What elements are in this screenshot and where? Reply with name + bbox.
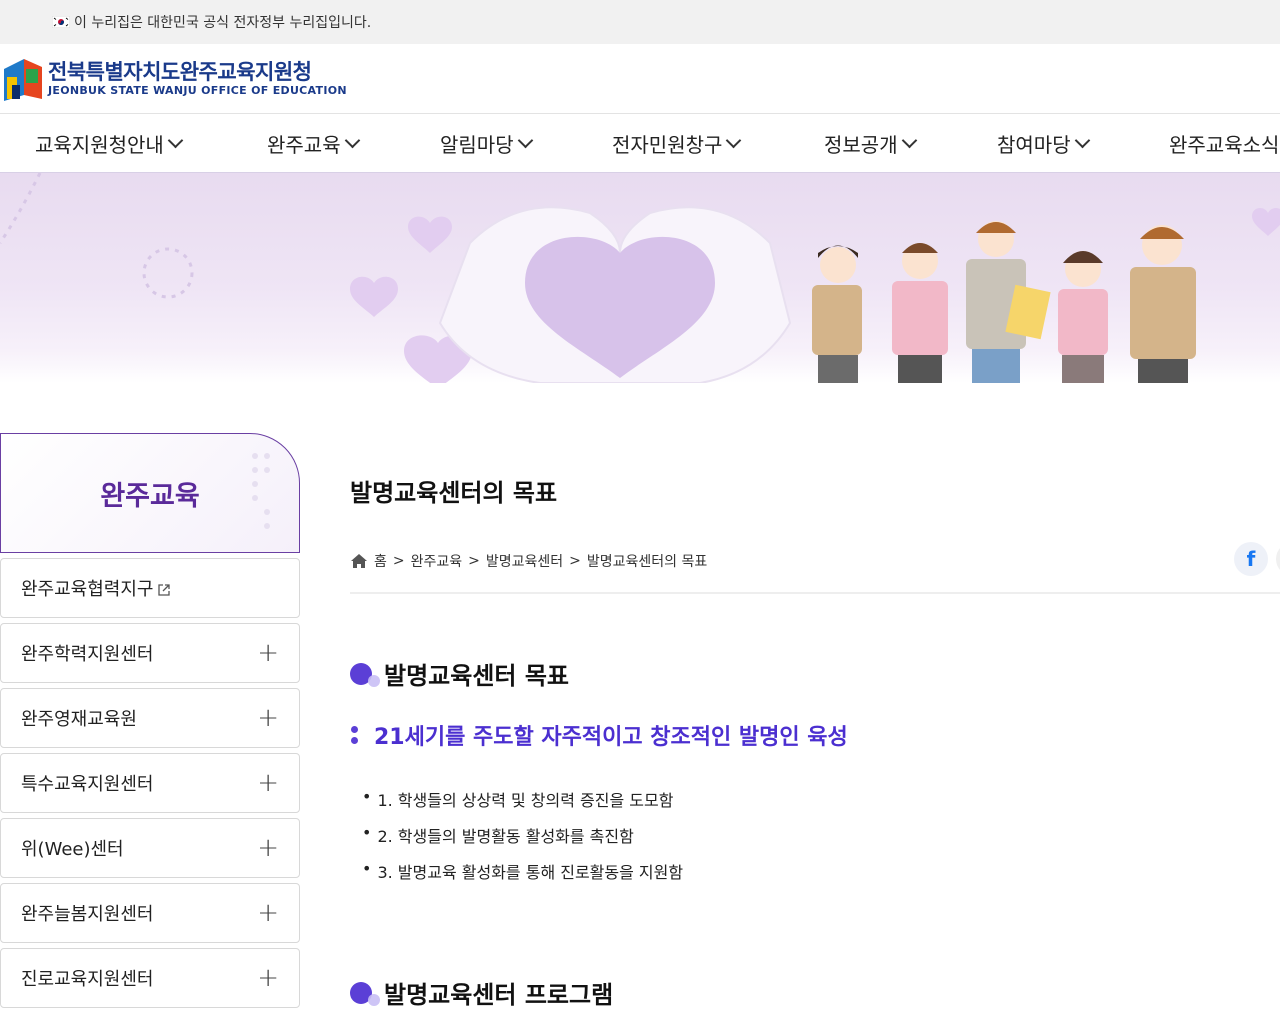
side-navigation-header: 완주교육 <box>0 433 300 553</box>
korean-flag-icon <box>52 16 70 28</box>
gov-banner-text: 이 누리집은 대한민국 공식 전자정부 누리집입니다. <box>74 15 372 31</box>
gnb-label: 알림마당 <box>440 133 514 157</box>
gnb-item-notice[interactable]: 알림마당 <box>440 114 533 173</box>
goal-item: 1. 학생들의 상상력 및 창의력 증진을 도모함 <box>362 787 1280 823</box>
breadcrumb-item[interactable]: 발명교육센터 <box>486 551 563 571</box>
breadcrumb-bar: 홈 > 완주교육 > 발명교육센터 > 발명교육센터의 목표 f <box>350 542 1280 594</box>
side-nav-item-neulbom-center[interactable]: 완주늘봄지원센터 + <box>0 883 300 943</box>
side-nav-item-label: 완주학력지원센터 <box>21 644 154 665</box>
section-title-text: 발명교육센터 목표 <box>384 662 569 690</box>
section-title: 발명교육센터 목표 <box>350 656 1280 691</box>
plus-icon[interactable]: + <box>257 835 279 861</box>
section-program: 발명교육센터 프로그램 <box>350 975 1280 1010</box>
facebook-share-button[interactable]: f <box>1234 542 1268 576</box>
external-link-icon <box>158 584 171 596</box>
section-subtitle: 21세기를 주도할 자주적이고 창조적인 발명인 육성 <box>350 719 1280 751</box>
section-goals: 발명교육센터 목표 21세기를 주도할 자주적이고 창조적인 발명인 육성 1.… <box>350 656 1280 895</box>
plus-icon[interactable]: + <box>257 770 279 796</box>
side-nav-item-label: 완주교육협력지구 <box>21 575 171 601</box>
chevron-down-icon <box>167 132 184 149</box>
side-nav-item-label: 진로교육지원센터 <box>21 969 154 990</box>
side-nav-item-label: 위(Wee)센터 <box>21 839 124 860</box>
side-nav-item-academic-center[interactable]: 완주학력지원센터 + <box>0 623 300 683</box>
gnb-label: 참여마당 <box>997 133 1071 157</box>
gnb-item-office-info[interactable]: 교육지원청안내 <box>35 114 184 173</box>
side-nav-item-wee-center[interactable]: 위(Wee)센터 + <box>0 818 300 878</box>
bullet-icon <box>350 981 380 1006</box>
side-nav-item-text: 완주교육협력지구 <box>21 579 154 600</box>
gnb-label: 전자민원창구 <box>612 133 723 157</box>
side-navigation-title: 완주교육 <box>100 480 200 512</box>
chevron-down-icon <box>517 132 533 149</box>
plus-icon[interactable]: + <box>257 705 279 731</box>
chevron-down-icon <box>344 132 360 149</box>
gnb-item-wanju-education[interactable]: 완주교육 <box>267 114 360 173</box>
logo-icon[interactable] <box>2 55 44 103</box>
gov-banner: 이 누리집은 대한민국 공식 전자정부 누리집입니다. <box>0 0 1280 44</box>
section-subtitle-text: 21세기를 주도할 자주적이고 창조적인 발명인 육성 <box>374 725 848 750</box>
gnb-item-participation[interactable]: 참여마당 <box>997 114 1090 173</box>
side-navigation: 완주교육 완주교육협력지구 완주학력지원센터 + 완주영재교육원 + 특수교육지원센… <box>0 433 300 1008</box>
hero-banner <box>0 173 1280 383</box>
section-title-text: 발명교육센터 프로그램 <box>384 981 614 1009</box>
side-nav-item-label: 특수교육지원센터 <box>21 774 154 795</box>
colon-bullet-icon <box>350 726 358 744</box>
side-nav-item-career-center[interactable]: 진로교육지원센터 + <box>0 948 300 1008</box>
section-title: 발명교육센터 프로그램 <box>350 975 1280 1010</box>
breadcrumb: 홈 > 완주교육 > 발명교육센터 > 발명교육센터의 목표 <box>350 551 707 571</box>
breadcrumb-current[interactable]: 발명교육센터의 목표 <box>587 551 707 571</box>
side-nav-item-gifted-education[interactable]: 완주영재교육원 + <box>0 688 300 748</box>
gnb-label: 완주교육 <box>267 133 341 157</box>
content-area: 완주교육 완주교육협력지구 완주학력지원센터 + 완주영재교육원 + 특수교육지원센… <box>0 383 1280 1023</box>
gnb-item-e-civil[interactable]: 전자민원창구 <box>612 114 742 173</box>
logo-text[interactable]: 전북특별자치도완주교육지원청 JEONBUK STATE WANJU OFFIC… <box>48 60 347 98</box>
side-nav-item-label: 완주늘봄지원센터 <box>21 904 154 925</box>
logo-title-ko: 전북특별자치도완주교육지원청 <box>48 59 312 84</box>
facebook-icon: f <box>1246 547 1256 571</box>
main-content: 발명교육센터의 목표 홈 > 완주교육 > 발명교육센터 > 발명교육센터의 목… <box>350 433 1280 1010</box>
main-navigation: 교육지원청안내 완주교육 알림마당 전자민원창구 정보공개 참여마당 완주교육소… <box>0 114 1280 173</box>
decorative-dots <box>252 453 270 529</box>
breadcrumb-separator: > <box>468 553 480 569</box>
goal-item: 2. 학생들의 발명활동 활성화를 촉진함 <box>362 823 1280 859</box>
goal-item: 3. 발명교육 활성화를 통해 진로활동을 지원함 <box>362 859 1280 895</box>
side-nav-item-cooperation-district[interactable]: 완주교육협력지구 <box>0 558 300 618</box>
home-icon[interactable] <box>350 553 368 569</box>
chevron-down-icon <box>901 132 917 149</box>
share-button[interactable] <box>1276 542 1280 576</box>
plus-icon[interactable]: + <box>257 965 279 991</box>
breadcrumb-separator: > <box>392 553 405 569</box>
breadcrumb-home[interactable]: 홈 <box>374 551 387 571</box>
side-nav-item-label: 완주영재교육원 <box>21 709 137 730</box>
goal-list: 1. 학생들의 상상력 및 창의력 증진을 도모함 2. 학생들의 발명활동 활… <box>362 787 1280 895</box>
site-header: 전북특별자치도완주교육지원청 JEONBUK STATE WANJU OFFIC… <box>0 44 1280 114</box>
gnb-label: 완주교육소식 <box>1169 133 1280 157</box>
side-nav-item-special-education[interactable]: 특수교육지원센터 + <box>0 753 300 813</box>
gnb-item-info-disclosure[interactable]: 정보공개 <box>824 114 917 173</box>
gnb-label: 교육지원청안내 <box>35 133 164 157</box>
breadcrumb-separator: > <box>569 553 581 569</box>
gnb-label: 정보공개 <box>824 133 898 157</box>
gnb-item-news[interactable]: 완주교육소식 <box>1169 114 1279 173</box>
breadcrumb-item[interactable]: 완주교육 <box>411 551 463 571</box>
chevron-down-icon <box>726 132 742 149</box>
chevron-down-icon <box>1074 132 1090 149</box>
bullet-icon <box>350 662 380 687</box>
logo-title-en: JEONBUK STATE WANJU OFFICE OF EDUCATION <box>48 83 347 97</box>
plus-icon[interactable]: + <box>257 640 279 666</box>
hero-illustration <box>0 173 1280 383</box>
page-title: 발명교육센터의 목표 <box>350 479 558 507</box>
plus-icon[interactable]: + <box>257 900 279 926</box>
